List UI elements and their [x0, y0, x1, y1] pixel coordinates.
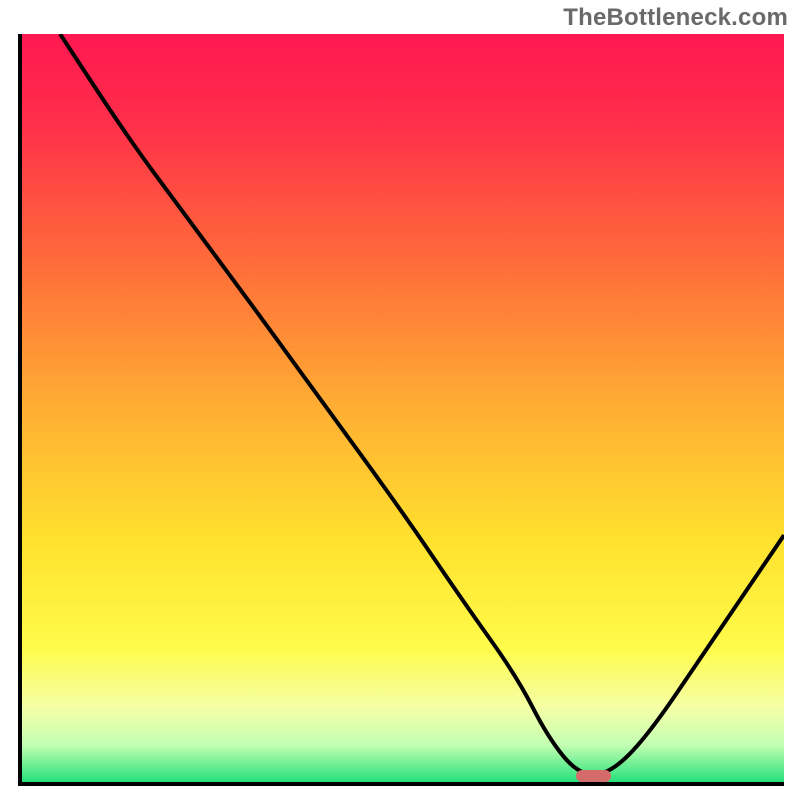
- bottleneck-marker: [576, 770, 610, 782]
- chart-curve-layer: [22, 34, 784, 782]
- watermark-text: TheBottleneck.com: [563, 4, 788, 32]
- bottleneck-curve: [60, 34, 784, 775]
- chart-plot-area: [18, 34, 784, 786]
